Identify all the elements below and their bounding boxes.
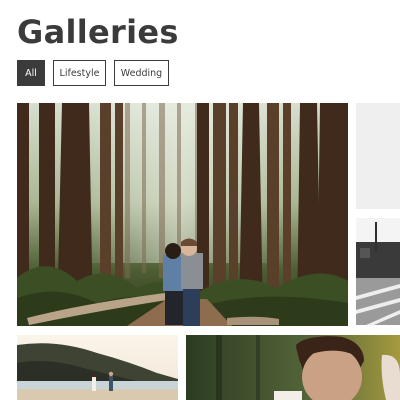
filter-lifestyle-button[interactable]: Lifestyle — [53, 60, 106, 86]
street-photo[interactable] — [356, 218, 400, 325]
man-portrait-photo[interactable] — [186, 335, 400, 400]
side-placeholder-photo[interactable] — [356, 103, 400, 209]
forest-couple-photo[interactable] — [17, 103, 348, 326]
page-title: Galleries — [17, 13, 179, 51]
filter-wedding-button[interactable]: Wedding — [114, 60, 169, 86]
filter-all-button[interactable]: All — [17, 60, 45, 86]
beach-couple-photo[interactable] — [17, 335, 178, 400]
